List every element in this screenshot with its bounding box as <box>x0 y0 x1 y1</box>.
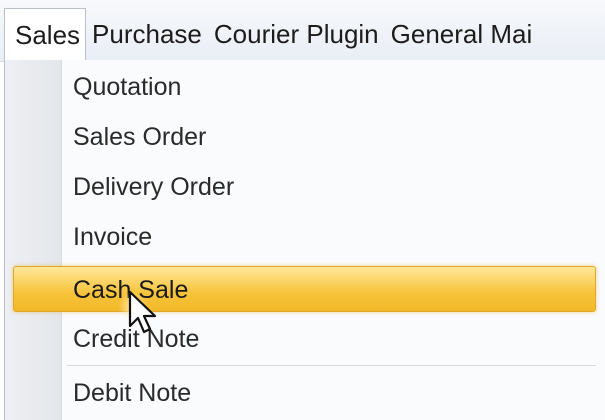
menu-item-label: Invoice <box>73 223 153 251</box>
menu-item-invoice[interactable]: Invoice <box>13 214 596 260</box>
cursor-highlight <box>118 292 148 322</box>
menu-item-label: Quotation <box>73 73 182 101</box>
menu-item-cash-sale[interactable]: Cash Sale <box>13 266 596 312</box>
menu-purchase[interactable]: Purchase <box>86 8 208 60</box>
menu-courier-plugin[interactable]: Courier Plugin <box>208 8 385 60</box>
menu-item-label: Sales Order <box>73 123 207 151</box>
menu-item-credit-note[interactable]: Credit Note <box>13 316 596 362</box>
menu-item-debit-note[interactable]: Debit Note <box>13 370 596 416</box>
menu-item-label: Debit Note <box>73 379 192 407</box>
menu-item-delivery-order[interactable]: Delivery Order <box>13 164 596 210</box>
menu-item-sales-order[interactable]: Sales Order <box>13 114 596 160</box>
menu-item-label: Delivery Order <box>73 173 235 201</box>
menu-separator <box>67 365 596 366</box>
menu-general-maintenance[interactable]: General Mai <box>385 8 539 60</box>
menu-bar: Sales Purchase Courier Plugin General Ma… <box>0 0 605 62</box>
menu-item-label: Credit Note <box>73 325 200 353</box>
menu-sales[interactable]: Sales <box>4 7 87 60</box>
sales-dropdown-menu: Quotation Sales Order Delivery Order Inv… <box>4 60 605 420</box>
menu-item-quotation[interactable]: Quotation <box>13 64 596 110</box>
